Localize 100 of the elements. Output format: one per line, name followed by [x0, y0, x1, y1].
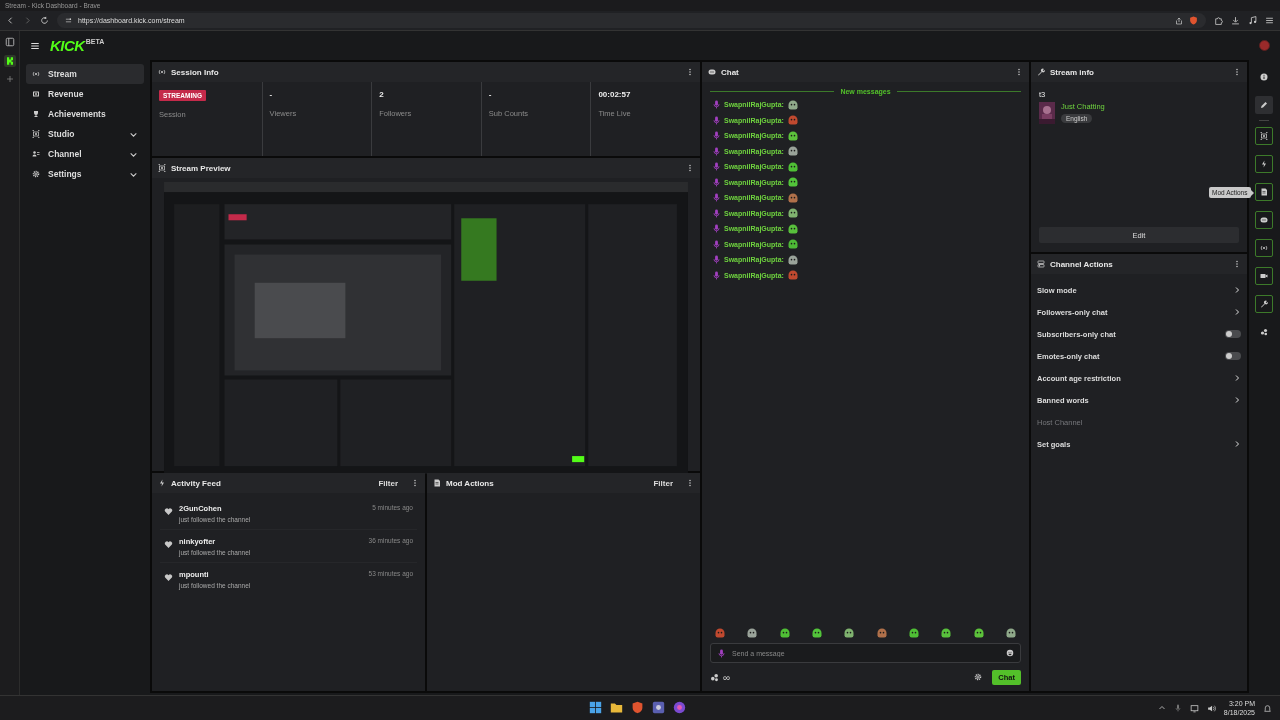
microphone-icon — [712, 162, 721, 172]
emote-icon[interactable] — [714, 627, 726, 639]
more-icon[interactable] — [1015, 68, 1023, 76]
emote-icon[interactable] — [843, 627, 856, 639]
microphone-icon — [712, 177, 721, 187]
app-icon[interactable] — [673, 701, 686, 714]
app-icon[interactable] — [3, 55, 16, 67]
rail-button[interactable] — [1254, 239, 1273, 257]
windows-icon[interactable] — [589, 701, 602, 714]
studio-icon — [1259, 132, 1268, 140]
nav-item[interactable]: Stream — [26, 64, 144, 84]
bolt-icon — [1259, 160, 1268, 168]
nav-item[interactable]: Settings — [26, 164, 144, 184]
panel-title: Stream info — [1050, 67, 1095, 77]
info-icon — [1259, 73, 1268, 81]
nav-item[interactable]: Revenue — [26, 84, 144, 104]
microphone-icon — [712, 208, 721, 218]
points-icon[interactable] — [710, 672, 719, 682]
toggle-switch[interactable] — [1225, 330, 1241, 338]
nav-icon — [32, 90, 40, 98]
reload-icon[interactable] — [40, 16, 49, 25]
network-icon[interactable] — [1189, 703, 1199, 713]
chevron-right-icon — [1233, 286, 1241, 294]
microphone-icon — [712, 255, 721, 265]
more-icon[interactable] — [1233, 68, 1241, 76]
chevron-right-icon — [1233, 374, 1241, 382]
broadcast-icon — [158, 68, 166, 76]
shield-icon[interactable] — [1189, 16, 1198, 25]
bolt-icon — [158, 479, 166, 487]
panel-title: Mod Actions — [446, 478, 495, 488]
more-icon[interactable] — [686, 68, 694, 76]
extensions-icon[interactable] — [1214, 16, 1223, 25]
heart-icon — [164, 507, 173, 516]
volume-icon[interactable] — [1206, 703, 1216, 713]
microphone-icon — [712, 131, 721, 141]
heart-icon — [164, 573, 173, 582]
emote-icon[interactable] — [972, 627, 985, 639]
microphone-icon — [712, 224, 721, 234]
chat-icon — [1259, 216, 1268, 224]
nav-icon — [32, 70, 40, 78]
add-icon[interactable] — [5, 75, 14, 83]
folder-icon[interactable] — [610, 701, 623, 714]
panel-title: Channel Actions — [1050, 259, 1114, 269]
microphone-icon — [712, 146, 721, 156]
nav-item[interactable]: Channel — [26, 144, 144, 164]
emote-icon[interactable] — [778, 627, 791, 639]
rail-button[interactable] — [1254, 96, 1273, 114]
filter-button[interactable]: Filter — [370, 478, 406, 488]
more-icon[interactable] — [411, 479, 419, 487]
nav-item[interactable]: Achievements — [26, 104, 144, 124]
chevron-right-icon — [1233, 308, 1241, 316]
stat-value: - — [488, 90, 493, 100]
rail-button[interactable] — [1254, 127, 1273, 145]
emote-icon[interactable] — [907, 627, 920, 639]
pencil-icon — [1259, 101, 1268, 109]
menu-icon[interactable] — [1265, 16, 1274, 25]
chat-icon — [708, 68, 716, 76]
rail-button[interactable] — [1254, 211, 1273, 229]
stat-value: - — [269, 90, 274, 100]
panel-title: Activity Feed — [171, 478, 222, 488]
microphone-icon — [712, 239, 721, 249]
wrench-icon — [1259, 300, 1268, 308]
broadcast-icon — [1259, 244, 1268, 252]
logo: KICK — [50, 38, 85, 53]
settings-icon[interactable] — [974, 673, 983, 681]
emote-icon[interactable] — [875, 627, 888, 639]
panel-title: Chat — [721, 67, 740, 77]
microphone-icon[interactable] — [1173, 704, 1182, 712]
share-icon[interactable] — [1175, 16, 1183, 25]
site-settings-icon — [65, 17, 72, 24]
microphone-icon — [717, 648, 726, 658]
rail-button[interactable] — [1254, 295, 1273, 313]
app-icon[interactable] — [652, 701, 665, 714]
notification-icon[interactable] — [1263, 703, 1272, 713]
shield-icon[interactable] — [631, 701, 644, 714]
nav-item[interactable]: Studio — [26, 124, 144, 144]
filter-button[interactable]: Filter — [645, 478, 681, 488]
panel-title: Session Info — [171, 67, 220, 77]
nav-icon — [32, 150, 40, 158]
microphone-icon — [712, 270, 721, 280]
microphone-icon — [712, 193, 721, 203]
download-icon[interactable] — [1231, 16, 1240, 25]
sidebar-icon[interactable] — [4, 37, 15, 47]
back-icon[interactable] — [6, 16, 15, 25]
emote-icon[interactable] — [940, 627, 953, 639]
more-icon[interactable] — [686, 479, 694, 487]
music-icon[interactable] — [1248, 16, 1257, 25]
chevron-up-icon[interactable] — [1157, 704, 1166, 712]
chevron-right-icon — [1233, 440, 1241, 448]
menu-icon[interactable] — [30, 40, 40, 51]
studio-icon — [158, 164, 166, 172]
emote-icon[interactable] — [746, 627, 759, 639]
emote-icon[interactable] — [811, 627, 823, 639]
toggle-switch[interactable] — [1225, 352, 1241, 360]
emoji-icon[interactable] — [1006, 649, 1014, 657]
more-icon[interactable] — [686, 164, 694, 172]
emote-icon[interactable] — [1004, 627, 1017, 639]
actions-icon — [1037, 260, 1045, 268]
more-icon[interactable] — [1233, 260, 1241, 268]
rail-button[interactable] — [1254, 267, 1273, 285]
